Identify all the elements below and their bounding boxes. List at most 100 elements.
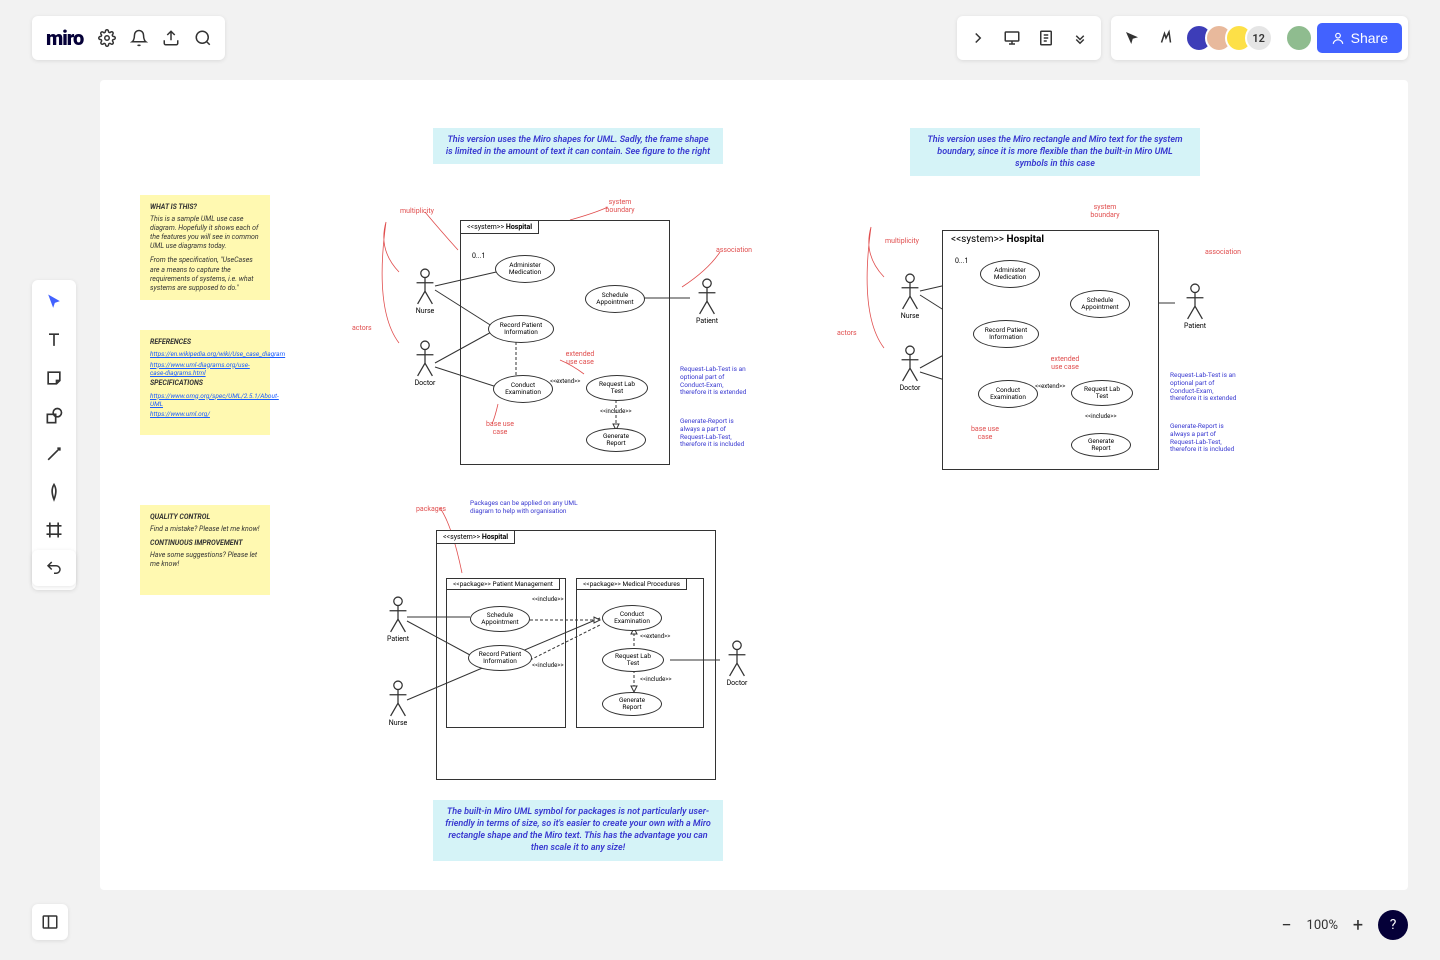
sticky-quality[interactable]: QUALITY CONTROL Find a mistake? Please l… bbox=[140, 505, 270, 595]
reactions-icon[interactable] bbox=[1151, 23, 1181, 53]
cursor-icon[interactable] bbox=[1117, 23, 1147, 53]
multiplicity-r: 0...1 bbox=[955, 257, 968, 265]
uc-record-p[interactable]: Record Patient Information bbox=[468, 645, 532, 671]
actor-patient-r[interactable]: Patient bbox=[1180, 283, 1210, 330]
share-label: Share bbox=[1351, 30, 1388, 46]
notifications-icon[interactable] bbox=[125, 24, 153, 52]
present-icon[interactable] bbox=[997, 23, 1027, 53]
reference-link[interactable]: https://en.wikipedia.org/wiki/Use_case_d… bbox=[150, 350, 260, 358]
zoom-controls: − 100% + bbox=[1277, 915, 1368, 936]
zoom-level: 100% bbox=[1307, 918, 1338, 933]
present-group bbox=[957, 16, 1101, 60]
uc-record-r[interactable]: Record Patient Information bbox=[973, 320, 1039, 348]
uc-generate-r[interactable]: Generate Report bbox=[1071, 433, 1131, 457]
collaborator-avatars[interactable]: 12 bbox=[1185, 24, 1273, 52]
chevron-down-icon[interactable] bbox=[1065, 23, 1095, 53]
miro-logo: miro bbox=[40, 26, 89, 50]
anno-base: base use case bbox=[480, 420, 520, 436]
uc-generate-p[interactable]: Generate Report bbox=[602, 692, 662, 716]
note-request-ext-r: Request-Lab-Test is an optional part of … bbox=[1170, 372, 1240, 403]
sticky-heading: REFERENCES bbox=[150, 338, 260, 347]
undo-button[interactable] bbox=[32, 550, 76, 586]
uc-conduct[interactable]: Conduct Examination bbox=[493, 375, 553, 403]
anno-system-boundary: system boundary bbox=[600, 198, 640, 214]
uc-conduct-p[interactable]: Conduct Examination bbox=[602, 605, 662, 631]
sticky-note-tool[interactable] bbox=[36, 360, 72, 396]
description-right-diagram[interactable]: This version uses the Miro rectangle and… bbox=[910, 128, 1200, 176]
actor-label: Nurse bbox=[895, 312, 925, 320]
anno-base-r: base use case bbox=[965, 425, 1005, 441]
actor-label: Doctor bbox=[410, 379, 440, 387]
frame-title: <<system>> Hospital bbox=[460, 220, 539, 234]
actor-patient-p[interactable]: Patient bbox=[383, 596, 413, 643]
zoom-out[interactable]: − bbox=[1277, 915, 1297, 936]
actor-nurse[interactable]: Nurse bbox=[410, 268, 440, 315]
description-left-diagram[interactable]: This version uses the Miro shapes for UM… bbox=[433, 128, 723, 164]
extend-label-r: <<extend>> bbox=[1035, 383, 1065, 390]
uc-schedule-r[interactable]: Schedule Appointment bbox=[1070, 290, 1130, 318]
anno-multiplicity-r: multiplicity bbox=[885, 237, 919, 245]
sticky-what-is-this[interactable]: WHAT IS THIS? This is a sample UML use c… bbox=[140, 195, 270, 300]
sticky-text: From the specification, "UseCases are a … bbox=[150, 256, 260, 292]
uc-generate[interactable]: Generate Report bbox=[586, 428, 646, 452]
system-title: <<system>> Hospital bbox=[943, 231, 1158, 248]
uc-schedule[interactable]: Schedule Appointment bbox=[585, 285, 645, 313]
current-user-avatar[interactable] bbox=[1285, 24, 1313, 52]
anno-association-r: association bbox=[1205, 248, 1241, 256]
reference-link[interactable]: https://www.omg.org/spec/UML/2.5.1/About… bbox=[150, 392, 260, 409]
actor-label: Patient bbox=[1180, 322, 1210, 330]
actor-nurse-p[interactable]: Nurse bbox=[383, 680, 413, 727]
frame-title: <<system>> Hospital bbox=[436, 530, 515, 544]
uc-request-p[interactable]: Request Lab Test bbox=[602, 648, 664, 672]
avatar-count[interactable]: 12 bbox=[1245, 24, 1273, 52]
select-tool[interactable] bbox=[36, 284, 72, 320]
sticky-text: Have some suggestions? Please let me kno… bbox=[150, 551, 260, 569]
uc-administer[interactable]: Administer Medication bbox=[495, 255, 555, 283]
zoom-in[interactable]: + bbox=[1348, 915, 1368, 936]
extend-label: <<extend>> bbox=[550, 378, 580, 385]
package-title: <<package>> Patient Management bbox=[446, 578, 560, 590]
extend-label-p: <<extend>> bbox=[640, 633, 670, 640]
chevron-right-icon[interactable] bbox=[963, 23, 993, 53]
uc-request[interactable]: Request Lab Test bbox=[586, 375, 648, 401]
sticky-heading: SPECIFICATIONS bbox=[150, 379, 260, 388]
uc-conduct-r[interactable]: Conduct Examination bbox=[978, 380, 1038, 408]
reference-link[interactable]: https://www.uml-diagrams.org/use-case-di… bbox=[150, 361, 260, 378]
include-label-p1: <<include>> bbox=[532, 596, 564, 603]
sticky-references[interactable]: REFERENCES https://en.wikipedia.org/wiki… bbox=[140, 330, 270, 435]
pen-tool[interactable] bbox=[36, 474, 72, 510]
actor-label: Doctor bbox=[895, 384, 925, 392]
export-icon[interactable] bbox=[157, 24, 185, 52]
canvas[interactable]: This version uses the Miro shapes for UM… bbox=[100, 80, 1408, 890]
search-icon[interactable] bbox=[189, 24, 217, 52]
include-label: <<include>> bbox=[600, 408, 632, 415]
text-tool[interactable] bbox=[36, 322, 72, 358]
uc-record[interactable]: Record Patient Information bbox=[488, 315, 554, 343]
uc-request-r[interactable]: Request Lab Test bbox=[1071, 380, 1133, 406]
sticky-heading: CONTINUOUS IMPROVEMENT bbox=[150, 539, 260, 548]
uc-schedule-p[interactable]: Schedule Appointment bbox=[470, 606, 530, 632]
actor-patient[interactable]: Patient bbox=[692, 278, 722, 325]
share-button[interactable]: Share bbox=[1317, 23, 1402, 53]
collab-group: 12 Share bbox=[1111, 16, 1408, 60]
panel-toggle[interactable] bbox=[32, 904, 68, 940]
actor-nurse-r[interactable]: Nurse bbox=[895, 273, 925, 320]
help-button[interactable]: ? bbox=[1378, 910, 1408, 940]
settings-icon[interactable] bbox=[93, 24, 121, 52]
note-request-ext: Request-Lab-Test is an optional part of … bbox=[680, 366, 750, 397]
anno-association: association bbox=[716, 246, 752, 254]
actor-doctor[interactable]: Doctor bbox=[410, 340, 440, 387]
frame-tool[interactable] bbox=[36, 512, 72, 548]
include-label-r: <<include>> bbox=[1085, 413, 1117, 420]
reference-link[interactable]: https://www.uml.org/ bbox=[150, 410, 260, 418]
top-right-cluster: 12 Share bbox=[957, 16, 1408, 60]
actor-doctor-r[interactable]: Doctor bbox=[895, 345, 925, 392]
description-bottom-diagram[interactable]: The built-in Miro UML symbol for package… bbox=[433, 800, 723, 861]
actor-label: Patient bbox=[383, 635, 413, 643]
line-tool[interactable] bbox=[36, 436, 72, 472]
shape-tool[interactable] bbox=[36, 398, 72, 434]
notes-icon[interactable] bbox=[1031, 23, 1061, 53]
actor-doctor-p[interactable]: Doctor bbox=[722, 640, 752, 687]
include-label-p3: <<include>> bbox=[640, 676, 672, 683]
uc-administer-r[interactable]: Administer Medication bbox=[980, 260, 1040, 288]
